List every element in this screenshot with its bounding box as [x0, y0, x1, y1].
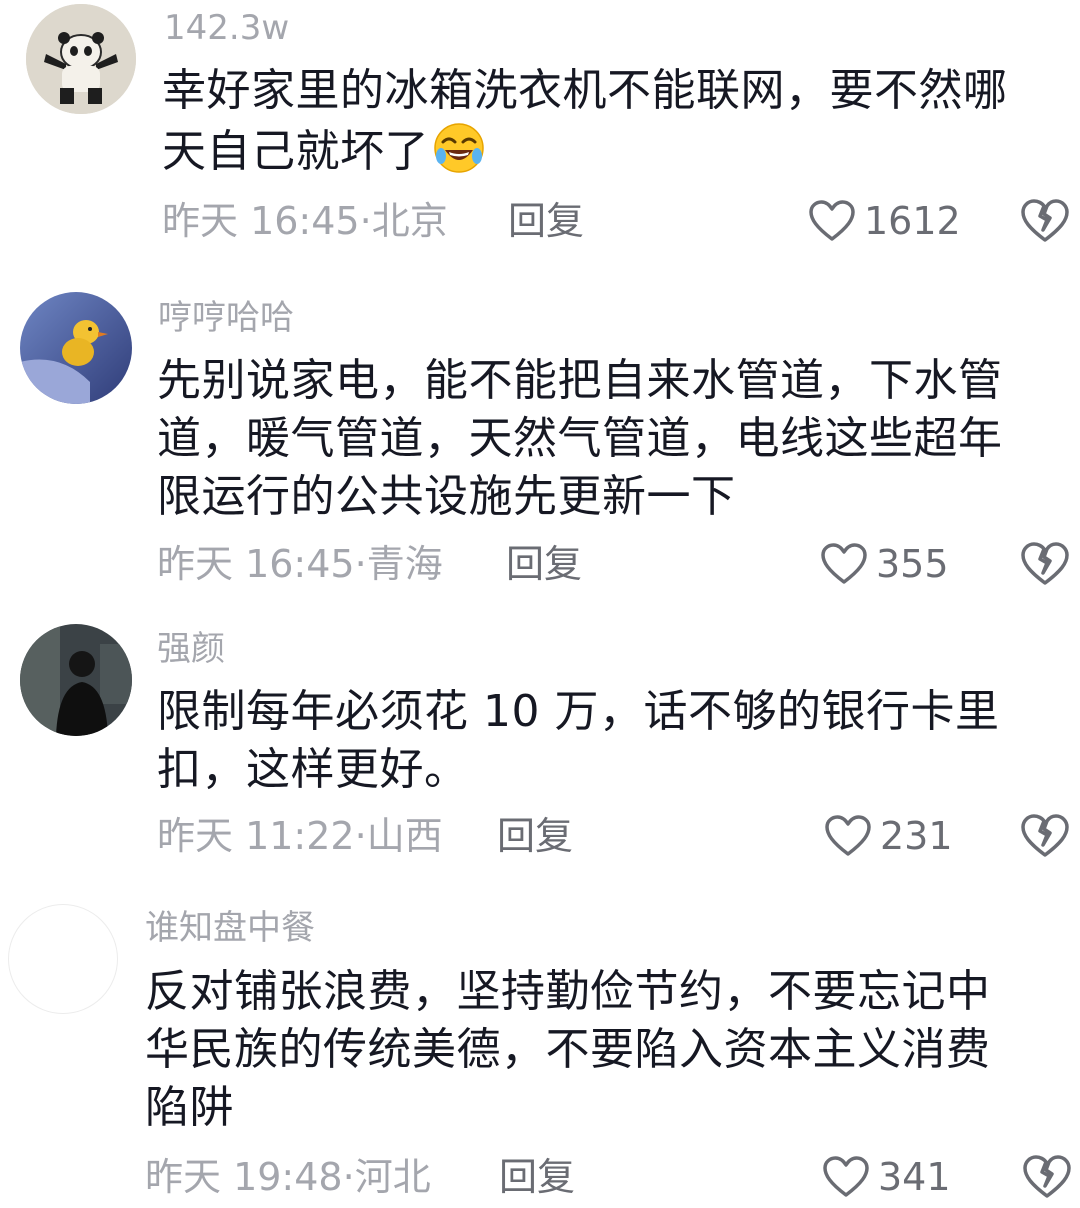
avatar[interactable]: [26, 4, 136, 114]
comment-username[interactable]: 强颜: [157, 627, 225, 671]
rolling-on-floor-laughing-emoji: [431, 120, 487, 176]
broken-heart-icon: [1023, 1155, 1071, 1198]
comment-text-line: 先别说家电，能不能把自来水管道，下水管: [157, 355, 1003, 406]
meta-separator: ·: [354, 542, 367, 586]
comment-text: 先别说家电，能不能把自来水管道，下水管 道，暖气管道，天然气管道，电线这些超年 …: [157, 352, 1003, 526]
comment-time: 昨天 19:48: [145, 1155, 343, 1199]
comment-text-line: 幸好家里的冰箱洗衣机不能联网，要不然哪: [162, 65, 1008, 116]
comment-text: 幸好家里的冰箱洗衣机不能联网，要不然哪 天自己就坏了: [162, 62, 1008, 181]
comment-username[interactable]: 142.3w: [164, 6, 289, 50]
person-avatar-image: [20, 624, 132, 736]
comment-text: 反对铺张浪费，坚持勤俭节约，不要忘记中 华民族的传统美德，不要陷入资本主义消费 …: [145, 963, 991, 1137]
duck-avatar-image: [20, 292, 132, 404]
like-count: 231: [880, 814, 953, 858]
comment-text-line: 限制每年必须花 10 万，话不够的银行卡里: [157, 686, 1000, 737]
reply-button[interactable]: 回复: [508, 196, 584, 246]
like-button[interactable]: 231: [824, 811, 953, 861]
dislike-button[interactable]: [1020, 541, 1070, 587]
comment-text-line: 天自己就坏了: [162, 120, 1008, 181]
comment-text-segment: 天自己就坏了: [162, 126, 429, 177]
dislike-button[interactable]: [1020, 813, 1070, 859]
comment-text-line: 限运行的公共设施先更新一下: [157, 471, 736, 522]
heart-outline-icon: [821, 543, 867, 584]
comment-meta: 昨天 11:22·山西: [157, 811, 443, 861]
like-count: 1612: [864, 199, 961, 243]
like-button[interactable]: 355: [820, 539, 949, 589]
meta-separator: ·: [354, 814, 367, 858]
dislike-button[interactable]: [1022, 1154, 1072, 1200]
comment-text-line: 道，暖气管道，天然气管道，电线这些超年: [157, 413, 1003, 464]
reply-button[interactable]: 回复: [497, 811, 573, 861]
comment-meta: 昨天 16:45·北京: [162, 196, 448, 246]
comment-location: 北京: [371, 199, 448, 243]
comment-text-line: 华民族的传统美德，不要陷入资本主义消费: [145, 1024, 991, 1075]
comment-meta: 昨天 16:45·青海: [157, 539, 443, 589]
comment-time: 昨天 16:45: [157, 542, 355, 586]
reply-button[interactable]: 回复: [506, 539, 582, 589]
like-count: 341: [878, 1155, 951, 1199]
heart-outline-icon: [823, 1156, 869, 1197]
comment-meta: 昨天 19:48·河北: [145, 1152, 431, 1202]
like-button[interactable]: 1612: [808, 196, 961, 246]
laughing-emoji-icon: [434, 123, 484, 173]
broken-heart-icon: [1021, 542, 1069, 585]
comment-time: 昨天 16:45: [162, 199, 360, 243]
comment-location: 河北: [354, 1155, 431, 1199]
comment-text-line: 扣，这样更好。: [157, 744, 469, 795]
comment-location: 青海: [366, 542, 443, 586]
broken-heart-icon: [1021, 814, 1069, 857]
meta-separator: ·: [359, 199, 372, 243]
comment-location: 山西: [366, 814, 443, 858]
like-count: 355: [876, 542, 949, 586]
heart-outline-icon: [809, 200, 855, 241]
avatar[interactable]: [8, 904, 118, 1014]
meta-separator: ·: [342, 1155, 355, 1199]
broken-heart-icon: [1021, 199, 1069, 242]
comment-username[interactable]: 谁知盘中餐: [145, 906, 315, 950]
comment-text-line: 反对铺张浪费，坚持勤俭节约，不要忘记中: [145, 966, 991, 1017]
like-button[interactable]: 341: [822, 1152, 951, 1202]
comment-text: 限制每年必须花 10 万，话不够的银行卡里 扣，这样更好。: [157, 683, 999, 799]
comment-text-line: 陷阱: [145, 1082, 234, 1133]
heart-outline-icon: [825, 815, 871, 856]
dislike-button[interactable]: [1020, 198, 1070, 244]
reply-button[interactable]: 回复: [499, 1152, 575, 1202]
panda-avatar-image: [26, 4, 136, 114]
avatar[interactable]: [20, 624, 132, 736]
avatar[interactable]: [20, 292, 132, 404]
comment-time: 昨天 11:22: [157, 814, 355, 858]
comment-username[interactable]: 哼哼哈哈: [158, 296, 294, 340]
